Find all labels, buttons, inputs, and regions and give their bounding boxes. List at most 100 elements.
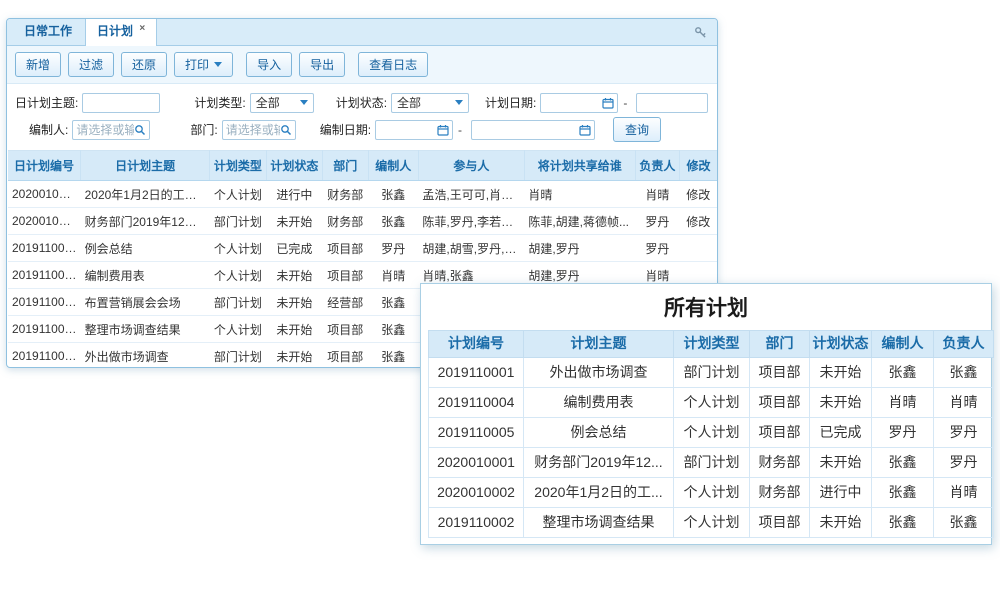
plan-id-link[interactable]: 2019110003 xyxy=(8,289,81,316)
plan-type-select[interactable]: 全部 xyxy=(250,93,314,113)
modify-link[interactable]: 修改 xyxy=(680,181,717,208)
add-button[interactable]: 新增 xyxy=(15,52,61,77)
filter-row-2: 编制人: 部门: xyxy=(15,116,709,143)
plan-subject-link[interactable]: 布置营销展会会场 xyxy=(81,289,210,316)
plan-date-from-field[interactable] xyxy=(544,96,602,110)
close-icon[interactable]: × xyxy=(139,23,145,34)
compiler-field[interactable] xyxy=(76,123,134,137)
plan-status-cell: 未开始 xyxy=(266,316,322,343)
magnifier-icon[interactable] xyxy=(280,124,292,136)
plan-id-cell: 2019110001 xyxy=(429,357,524,387)
column-header: 日计划主题 xyxy=(81,151,210,181)
compile-date-from-input[interactable] xyxy=(375,120,453,140)
plan-date-label: 计划日期: xyxy=(485,94,536,111)
calendar-icon[interactable] xyxy=(602,97,614,109)
plan-date-from-input[interactable] xyxy=(540,93,618,113)
restore-button[interactable]: 还原 xyxy=(121,52,167,77)
department-cell: 项目部 xyxy=(323,316,368,343)
compile-date-to-field[interactable] xyxy=(475,123,579,137)
tab-daily-plan[interactable]: 日计划 × xyxy=(85,18,157,46)
department-cell: 项目部 xyxy=(750,507,810,537)
compiler-cell: 张鑫 xyxy=(368,343,418,369)
plan-type-cell: 个人计划 xyxy=(674,507,750,537)
table-row: 20200100022020年1月2日的工...个人计划财务部进行中张鑫肖晴 xyxy=(429,477,994,507)
modify-link[interactable]: 修改 xyxy=(680,208,717,235)
calendar-icon[interactable] xyxy=(579,124,591,136)
compiler-cell: 张鑫 xyxy=(368,316,418,343)
view-log-button[interactable]: 查看日志 xyxy=(358,52,428,77)
share-with-cell: 胡建,罗丹 xyxy=(524,235,635,262)
department-cell: 项目部 xyxy=(323,262,368,289)
plan-id-link[interactable]: 2019110002 xyxy=(8,316,81,343)
plan-id-cell: 2020010002 xyxy=(429,477,524,507)
plan-type-cell: 部门计划 xyxy=(210,343,266,369)
toolbar: 新增 过滤 还原 打印 导入 导出 查看日志 xyxy=(7,46,717,84)
compile-date-to-input[interactable] xyxy=(471,120,595,140)
plan-status-cell: 未开始 xyxy=(810,507,872,537)
department-field[interactable] xyxy=(226,123,280,137)
plan-status-cell: 未开始 xyxy=(266,262,322,289)
table-row: 2020010001财务部门2019年12...部门计划财务部未开始张鑫罗丹 xyxy=(429,447,994,477)
plan-id-link[interactable]: 2019110005 xyxy=(8,235,81,262)
column-header: 部门 xyxy=(750,331,810,358)
plan-type-cell: 个人计划 xyxy=(674,477,750,507)
department-cell: 项目部 xyxy=(750,417,810,447)
department-cell: 项目部 xyxy=(750,357,810,387)
plan-id-link[interactable]: 2020010002 xyxy=(8,181,81,208)
query-button[interactable]: 查询 xyxy=(613,117,661,142)
print-button[interactable]: 打印 xyxy=(174,52,233,77)
plan-subject-link[interactable]: 2020年1月2日的工作日... xyxy=(81,181,210,208)
owner-cell: 肖晴 xyxy=(934,387,994,417)
table-row: 2019110005例会总结个人计划项目部已完成罗丹罗丹 xyxy=(429,417,994,447)
compiler-input[interactable] xyxy=(72,120,150,140)
department-cell: 项目部 xyxy=(323,343,368,369)
plan-subject-link[interactable]: 例会总结 xyxy=(81,235,210,262)
export-button[interactable]: 导出 xyxy=(299,52,345,77)
range-separator: - xyxy=(623,96,627,110)
plan-id-cell: 2020010001 xyxy=(429,447,524,477)
plan-subject-cell: 整理市场调查结果 xyxy=(524,507,674,537)
plan-status-cell: 已完成 xyxy=(266,235,322,262)
plan-id-link[interactable]: 2020010001 xyxy=(8,208,81,235)
chevron-down-icon xyxy=(300,100,308,105)
plan-type-cell: 部门计划 xyxy=(210,208,266,235)
plan-type-cell: 个人计划 xyxy=(210,181,266,208)
department-cell: 经营部 xyxy=(323,289,368,316)
magnifier-icon[interactable] xyxy=(134,124,146,136)
subject-label: 日计划主题: xyxy=(15,94,78,111)
plan-subject-link[interactable]: 财务部门2019年12月的... xyxy=(81,208,210,235)
plan-status-label: 计划状态: xyxy=(336,94,387,111)
owner-cell: 罗丹 xyxy=(934,417,994,447)
plan-id-link[interactable]: 2019110001 xyxy=(8,343,81,369)
department-input[interactable] xyxy=(222,120,296,140)
tab-daily-work[interactable]: 日常工作 xyxy=(13,18,83,45)
plan-subject-link[interactable]: 外出做市场调查 xyxy=(81,343,210,369)
key-icon[interactable] xyxy=(694,26,707,39)
compiler-cell: 罗丹 xyxy=(872,417,934,447)
plan-subject-cell: 2020年1月2日的工... xyxy=(524,477,674,507)
compiler-cell: 肖晴 xyxy=(368,262,418,289)
plan-id-link[interactable]: 2019110004 xyxy=(8,262,81,289)
column-header: 编制人 xyxy=(872,331,934,358)
filter-button[interactable]: 过滤 xyxy=(68,52,114,77)
calendar-icon[interactable] xyxy=(437,124,449,136)
plan-status-cell: 未开始 xyxy=(266,208,322,235)
plan-date-to-input[interactable] xyxy=(636,93,708,113)
plan-status-cell: 未开始 xyxy=(810,357,872,387)
page-title: 所有计划 xyxy=(428,292,984,322)
plan-subject-link[interactable]: 编制费用表 xyxy=(81,262,210,289)
table-row: 2019110004编制费用表个人计划项目部未开始肖晴肖晴 xyxy=(429,387,994,417)
compiler-label: 编制人: xyxy=(29,121,68,138)
department-cell: 财务部 xyxy=(750,477,810,507)
column-header: 编制人 xyxy=(368,151,418,181)
compile-date-from-field[interactable] xyxy=(379,123,437,137)
subject-input[interactable] xyxy=(82,93,160,113)
filter-panel: 日计划主题: 计划类型: 全部 计划状态: 全部 计划日期: xyxy=(7,84,717,146)
modify-link[interactable] xyxy=(680,235,717,262)
import-button[interactable]: 导入 xyxy=(246,52,292,77)
plan-subject-link[interactable]: 整理市场调查结果 xyxy=(81,316,210,343)
plan-status-select[interactable]: 全部 xyxy=(391,93,469,113)
column-header: 将计划共享给谁 xyxy=(524,151,635,181)
plan-type-cell: 部门计划 xyxy=(210,289,266,316)
tab-label: 日计划 xyxy=(97,24,133,38)
